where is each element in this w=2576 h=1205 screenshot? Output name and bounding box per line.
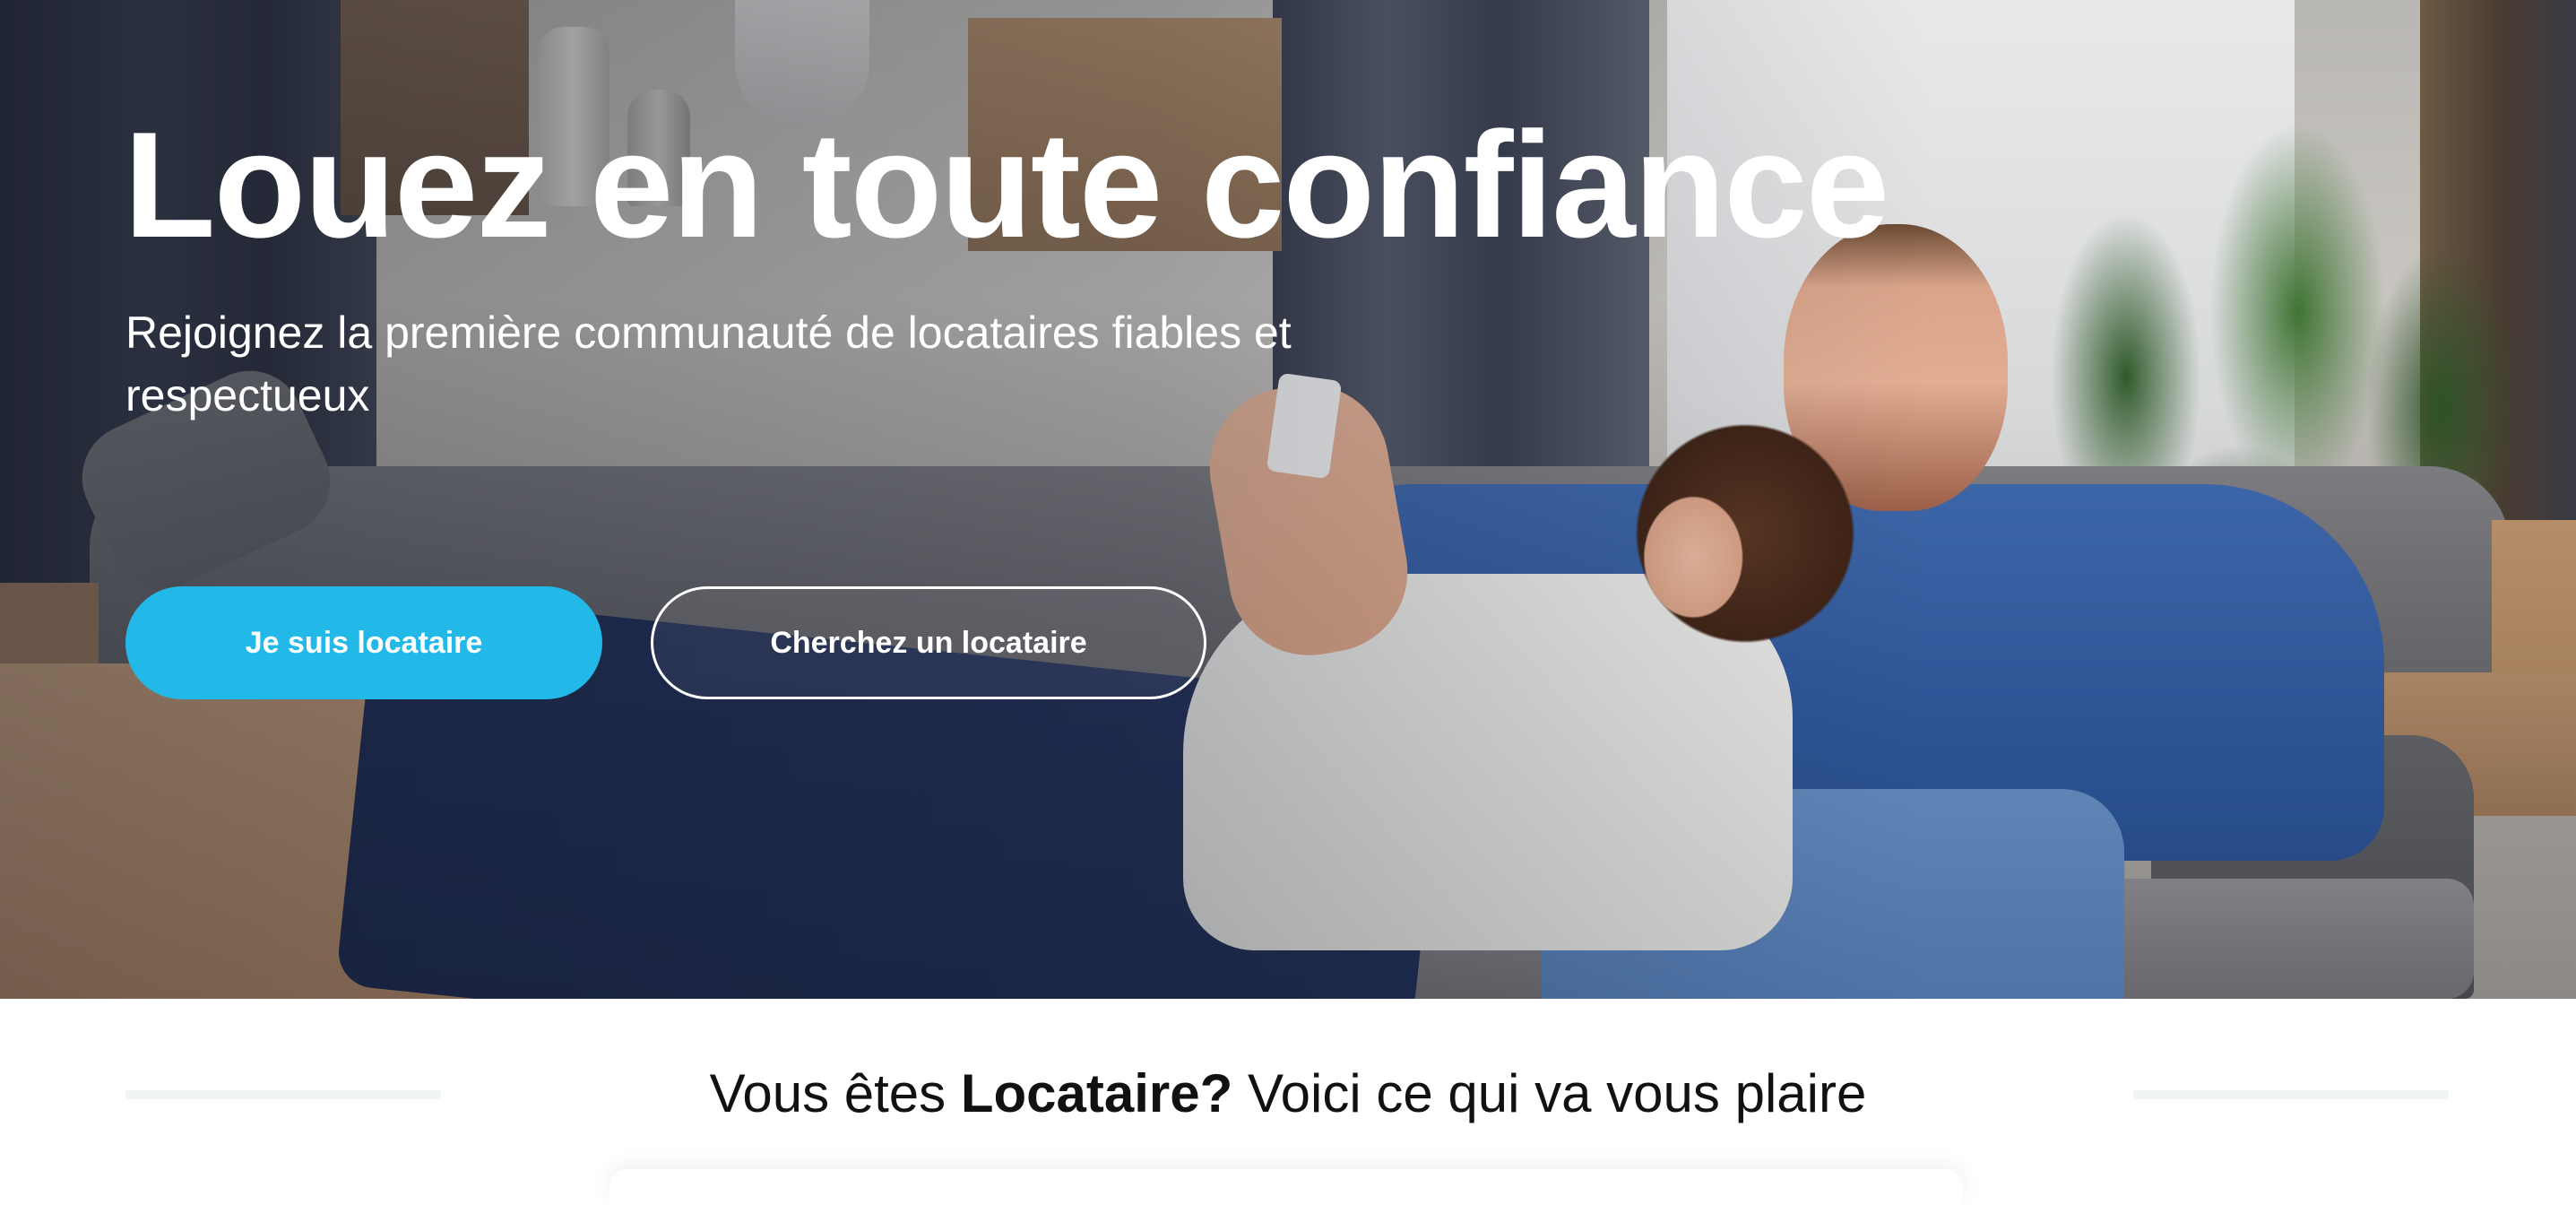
tenant-benefits-section: Vous êtes Locataire? Voici ce qui va vou… [0, 999, 2576, 1205]
hero-title: Louez en toute confiance [124, 100, 1889, 269]
hero-subtitle: Rejoignez la première communauté de loca… [125, 308, 1292, 420]
section-heading-prefix: Vous êtes [709, 1063, 961, 1123]
section-heading: Vous êtes Locataire? Voici ce qui va vou… [0, 1062, 2576, 1126]
hero-banner: Louez en toute confiance Rejoignez la pr… [0, 0, 2576, 999]
find-tenant-button[interactable]: Cherchez un locataire [651, 586, 1206, 699]
section-heading-bold: Locataire? [960, 1063, 1233, 1123]
tenant-button[interactable]: Je suis locataire [125, 586, 602, 699]
section-heading-suffix: Voici ce qui va vous plaire [1232, 1063, 1867, 1123]
benefits-card-top [609, 1169, 1963, 1205]
